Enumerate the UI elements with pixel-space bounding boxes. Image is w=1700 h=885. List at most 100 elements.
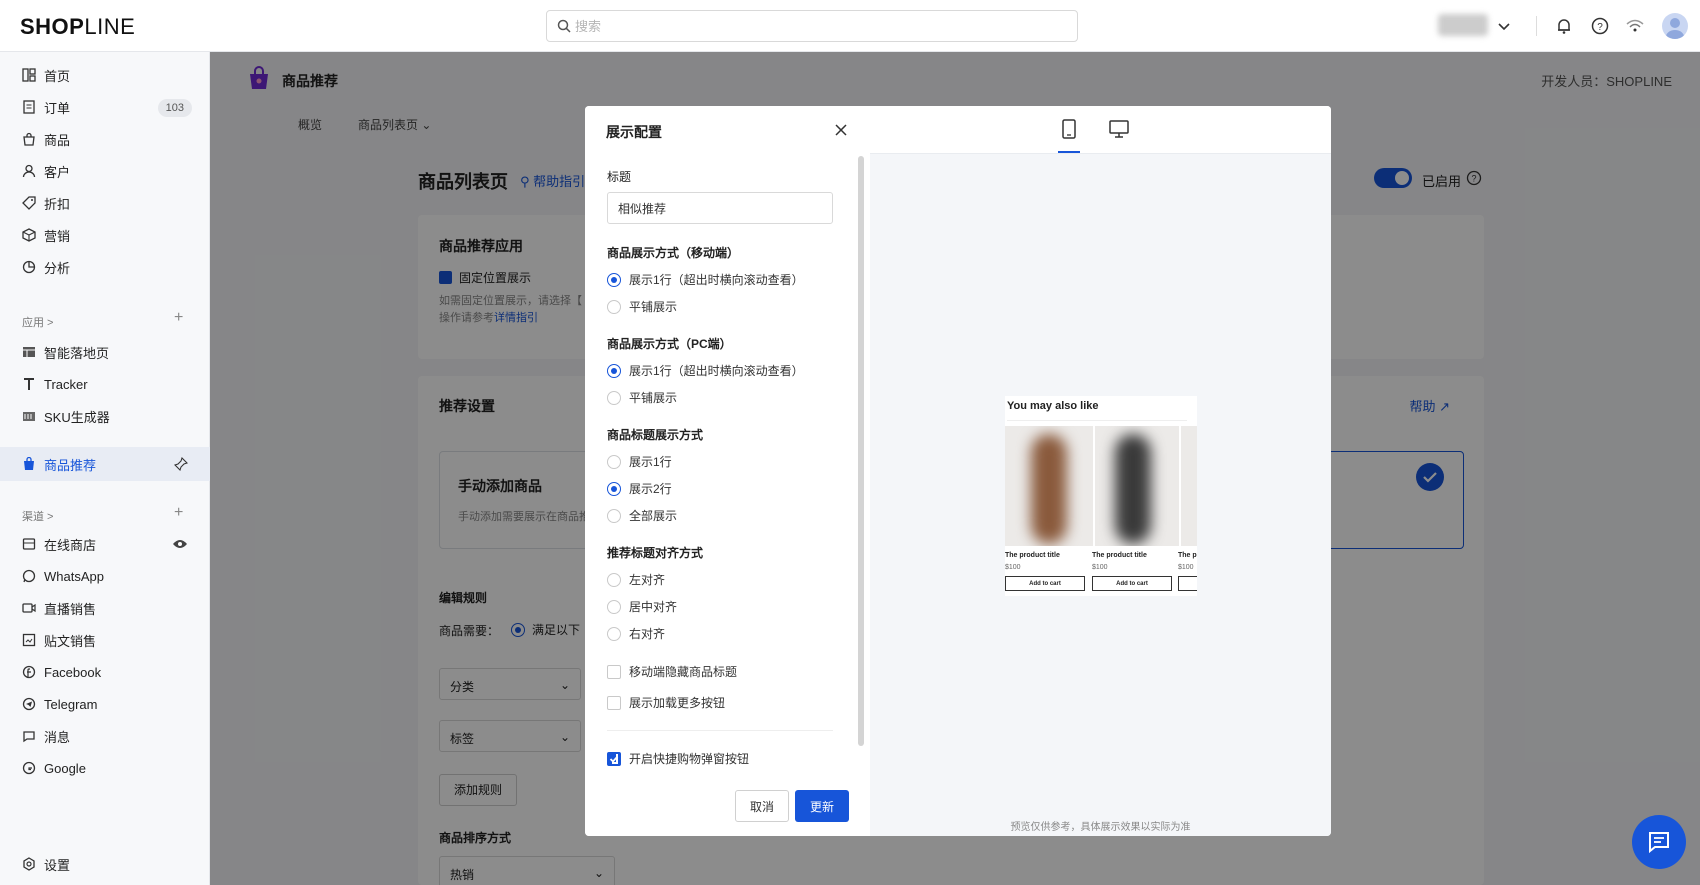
- orders-count-badge: 103: [157, 99, 192, 117]
- tracker-icon: [24, 378, 34, 390]
- update-button[interactable]: 更新: [795, 790, 849, 822]
- scrollbar[interactable]: [858, 156, 864, 746]
- sidebar-item-discounts[interactable]: 折扣: [0, 187, 210, 219]
- add-to-cart-button[interactable]: Add to cart: [1005, 576, 1085, 591]
- preview-heading: You may also like: [1007, 400, 1099, 412]
- mobile-display-label: 商品展示方式（移动端）: [607, 246, 740, 260]
- recommend-icon: [24, 457, 34, 470]
- bell-icon[interactable]: [1554, 16, 1574, 36]
- search-icon: [557, 19, 571, 33]
- close-icon[interactable]: [831, 120, 851, 140]
- radio-off-icon: [607, 572, 621, 587]
- user-icon: [22, 164, 36, 178]
- sidebar-item-landing[interactable]: 智能落地页: [0, 336, 210, 368]
- image-gap: [1093, 426, 1095, 546]
- sidebar-item-google[interactable]: Google: [0, 752, 210, 784]
- cancel-button[interactable]: 取消: [735, 790, 789, 822]
- preview-disclaimer: 预览仅供参考，具体展示效果以实际为准: [1010, 822, 1191, 833]
- align-left-radio[interactable]: 左对齐: [607, 571, 665, 588]
- chat-icon: [1649, 832, 1669, 854]
- mobile-one-row-radio[interactable]: 展示1行（超出时横向滚动查看）: [607, 271, 804, 288]
- apps-section-label[interactable]: 应用 >: [22, 314, 53, 330]
- display-config-modal: 展示配置 标题 商品展示方式（移动端） 展示1行（超出时横向滚动查看） 平铺展示…: [585, 106, 1331, 836]
- add-app-icon[interactable]: +: [174, 309, 183, 327]
- pc-tile-radio[interactable]: 平铺展示: [607, 389, 677, 406]
- sidebar-item-online-store[interactable]: 在线商店: [0, 528, 210, 560]
- sidebar-item-whatsapp[interactable]: WhatsApp: [0, 560, 210, 592]
- sidebar-item-facebook[interactable]: Facebook: [0, 656, 210, 688]
- preview-widget: You may also like The product title $100…: [1005, 396, 1197, 596]
- avatar[interactable]: [1662, 13, 1688, 39]
- mobile-device-icon[interactable]: [1058, 118, 1080, 140]
- message-icon: [23, 731, 35, 743]
- svg-text:?: ?: [1597, 22, 1603, 33]
- desktop-device-icon[interactable]: [1108, 118, 1130, 140]
- pc-one-row-radio[interactable]: 展示1行（超出时横向滚动查看）: [607, 362, 804, 379]
- sidebar-item-tracker[interactable]: Tracker: [0, 368, 210, 400]
- radio-off-icon: [607, 508, 621, 523]
- sidebar-item-home[interactable]: 首页: [0, 59, 210, 91]
- product-images: [1005, 426, 1197, 546]
- product-title: The product title: [1005, 552, 1060, 559]
- radio-on-icon: [607, 363, 621, 378]
- product-image-1: [1031, 434, 1067, 544]
- load-more-checkbox[interactable]: 展示加载更多按钮: [607, 694, 725, 711]
- quick-cart-checkbox[interactable]: 开启快捷购物弹窗按钮: [607, 750, 749, 767]
- image-gap: [1179, 426, 1181, 546]
- radio-off-icon: [607, 626, 621, 641]
- name-display-label: 商品标题展示方式: [607, 428, 704, 442]
- sidebar-item-marketing[interactable]: 营销: [0, 219, 210, 251]
- sidebar-item-customers[interactable]: 客户: [0, 155, 210, 187]
- sidebar-item-live[interactable]: 直播销售: [0, 592, 210, 624]
- eye-icon[interactable]: [172, 538, 188, 550]
- chevron-down-icon[interactable]: [1494, 16, 1514, 36]
- pc-display-label: 商品展示方式（PC端）: [607, 337, 732, 351]
- shopline-logo[interactable]: SHOPLINE: [20, 14, 135, 40]
- product-title: The p: [1178, 552, 1197, 559]
- checkbox-checked-icon: [607, 751, 621, 766]
- orders-icon: [23, 100, 35, 114]
- checkbox-off-icon: [607, 695, 621, 710]
- sidebar-item-post[interactable]: 贴文销售: [0, 624, 210, 656]
- name-full-radio[interactable]: 全部展示: [607, 507, 677, 524]
- chart-icon: [22, 260, 36, 274]
- channels-section-label[interactable]: 渠道 >: [22, 508, 53, 524]
- sidebar: 首页 订单 103 商品 客户 折扣 营销 分析 应用 > + 智能落地页 Tr…: [0, 52, 210, 885]
- add-to-cart-button[interactable]: [1178, 576, 1197, 591]
- sidebar-item-telegram[interactable]: Telegram: [0, 688, 210, 720]
- sidebar-item-analytics[interactable]: 分析: [0, 251, 210, 283]
- sidebar-item-orders[interactable]: 订单 103: [0, 91, 210, 123]
- add-to-cart-button[interactable]: Add to cart: [1092, 576, 1172, 591]
- align-center-radio[interactable]: 居中对齐: [607, 598, 677, 615]
- divider: [607, 730, 833, 731]
- search-input[interactable]: [575, 11, 1065, 41]
- modal-title: 展示配置: [606, 124, 662, 140]
- store-icon: [22, 538, 36, 550]
- name-one-line-radio[interactable]: 展示1行: [607, 453, 672, 470]
- store-selector[interactable]: [1438, 14, 1488, 36]
- sidebar-item-messages[interactable]: 消息: [0, 720, 210, 752]
- wifi-icon[interactable]: [1625, 16, 1645, 36]
- gear-icon: [23, 857, 35, 871]
- add-channel-icon[interactable]: +: [174, 504, 183, 522]
- pin-icon[interactable]: [174, 457, 188, 471]
- search-box[interactable]: [546, 10, 1078, 42]
- align-right-radio[interactable]: 右对齐: [607, 625, 665, 642]
- hide-title-checkbox[interactable]: 移动端隐藏商品标题: [607, 663, 737, 680]
- radio-off-icon: [607, 454, 621, 469]
- help-icon[interactable]: ?: [1590, 16, 1610, 36]
- whatsapp-icon: [22, 569, 36, 583]
- bag-icon: [23, 132, 35, 146]
- telegram-icon: [22, 697, 36, 711]
- active-tab-indicator: [1058, 151, 1080, 153]
- sidebar-item-sku[interactable]: SKU生成器: [0, 400, 210, 432]
- sidebar-item-recommend[interactable]: 商品推荐: [0, 447, 210, 481]
- mobile-tile-radio[interactable]: 平铺展示: [607, 298, 677, 315]
- name-two-lines-radio[interactable]: 展示2行: [607, 480, 672, 497]
- chat-button[interactable]: [1632, 815, 1686, 869]
- google-icon: [22, 761, 36, 775]
- title-input[interactable]: [607, 192, 833, 224]
- sidebar-item-products[interactable]: 商品: [0, 123, 210, 155]
- sidebar-item-settings[interactable]: 设置: [0, 848, 210, 880]
- facebook-icon: [22, 665, 36, 679]
